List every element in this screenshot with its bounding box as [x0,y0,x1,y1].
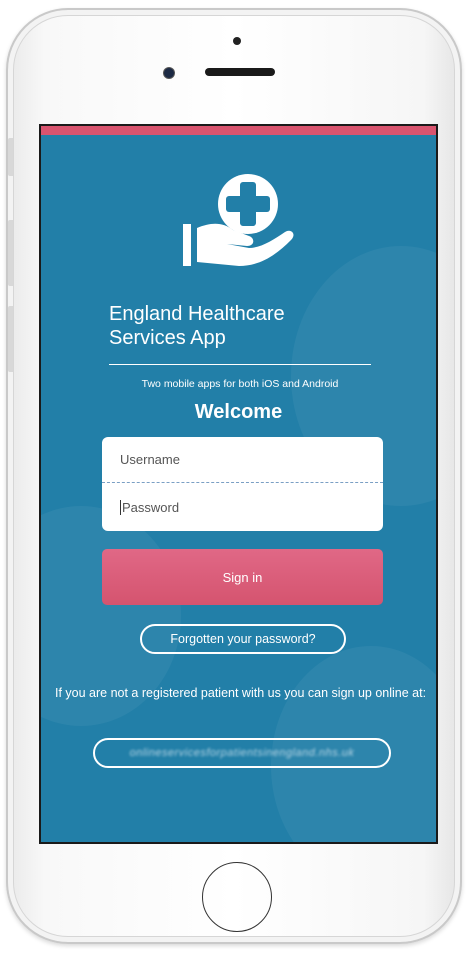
app-title-line1: England Healthcare [109,303,285,325]
signup-link-button[interactable]: onlineservicesforpatientsinengland.nhs.u… [93,738,391,768]
hand-medical-cross-icon [161,170,301,280]
app-screen: England Healthcare Services App Two mobi… [39,124,438,844]
front-camera [164,68,174,78]
app-subtitle: Two mobile apps for both iOS and Android [141,378,339,390]
volume-up-button [8,220,13,286]
top-accent-bar [41,126,436,135]
registration-message: If you are not a registered patient with… [55,686,427,700]
welcome-heading: Welcome [194,401,283,423]
earpiece-speaker [205,68,275,76]
app-title: England Healthcare Services App [109,302,285,350]
password-placeholder: Password [122,499,180,515]
app-title-line2: Services App [109,327,226,349]
signup-link-text: onlineservicesforpatientsinengland.nhs.u… [129,747,355,759]
title-divider [109,364,371,365]
username-placeholder: Username [120,452,180,467]
mute-switch [8,138,13,176]
forgot-password-button[interactable]: Forgotten your password? [140,624,346,654]
sign-in-button[interactable]: Sign in [102,549,383,605]
sensor-dot [233,37,241,45]
password-input[interactable]: Password [102,484,383,530]
text-cursor [120,499,121,515]
home-button[interactable] [202,862,272,932]
username-input[interactable]: Username [102,437,383,483]
login-form: Username Password [102,437,383,531]
volume-down-button [8,306,13,372]
